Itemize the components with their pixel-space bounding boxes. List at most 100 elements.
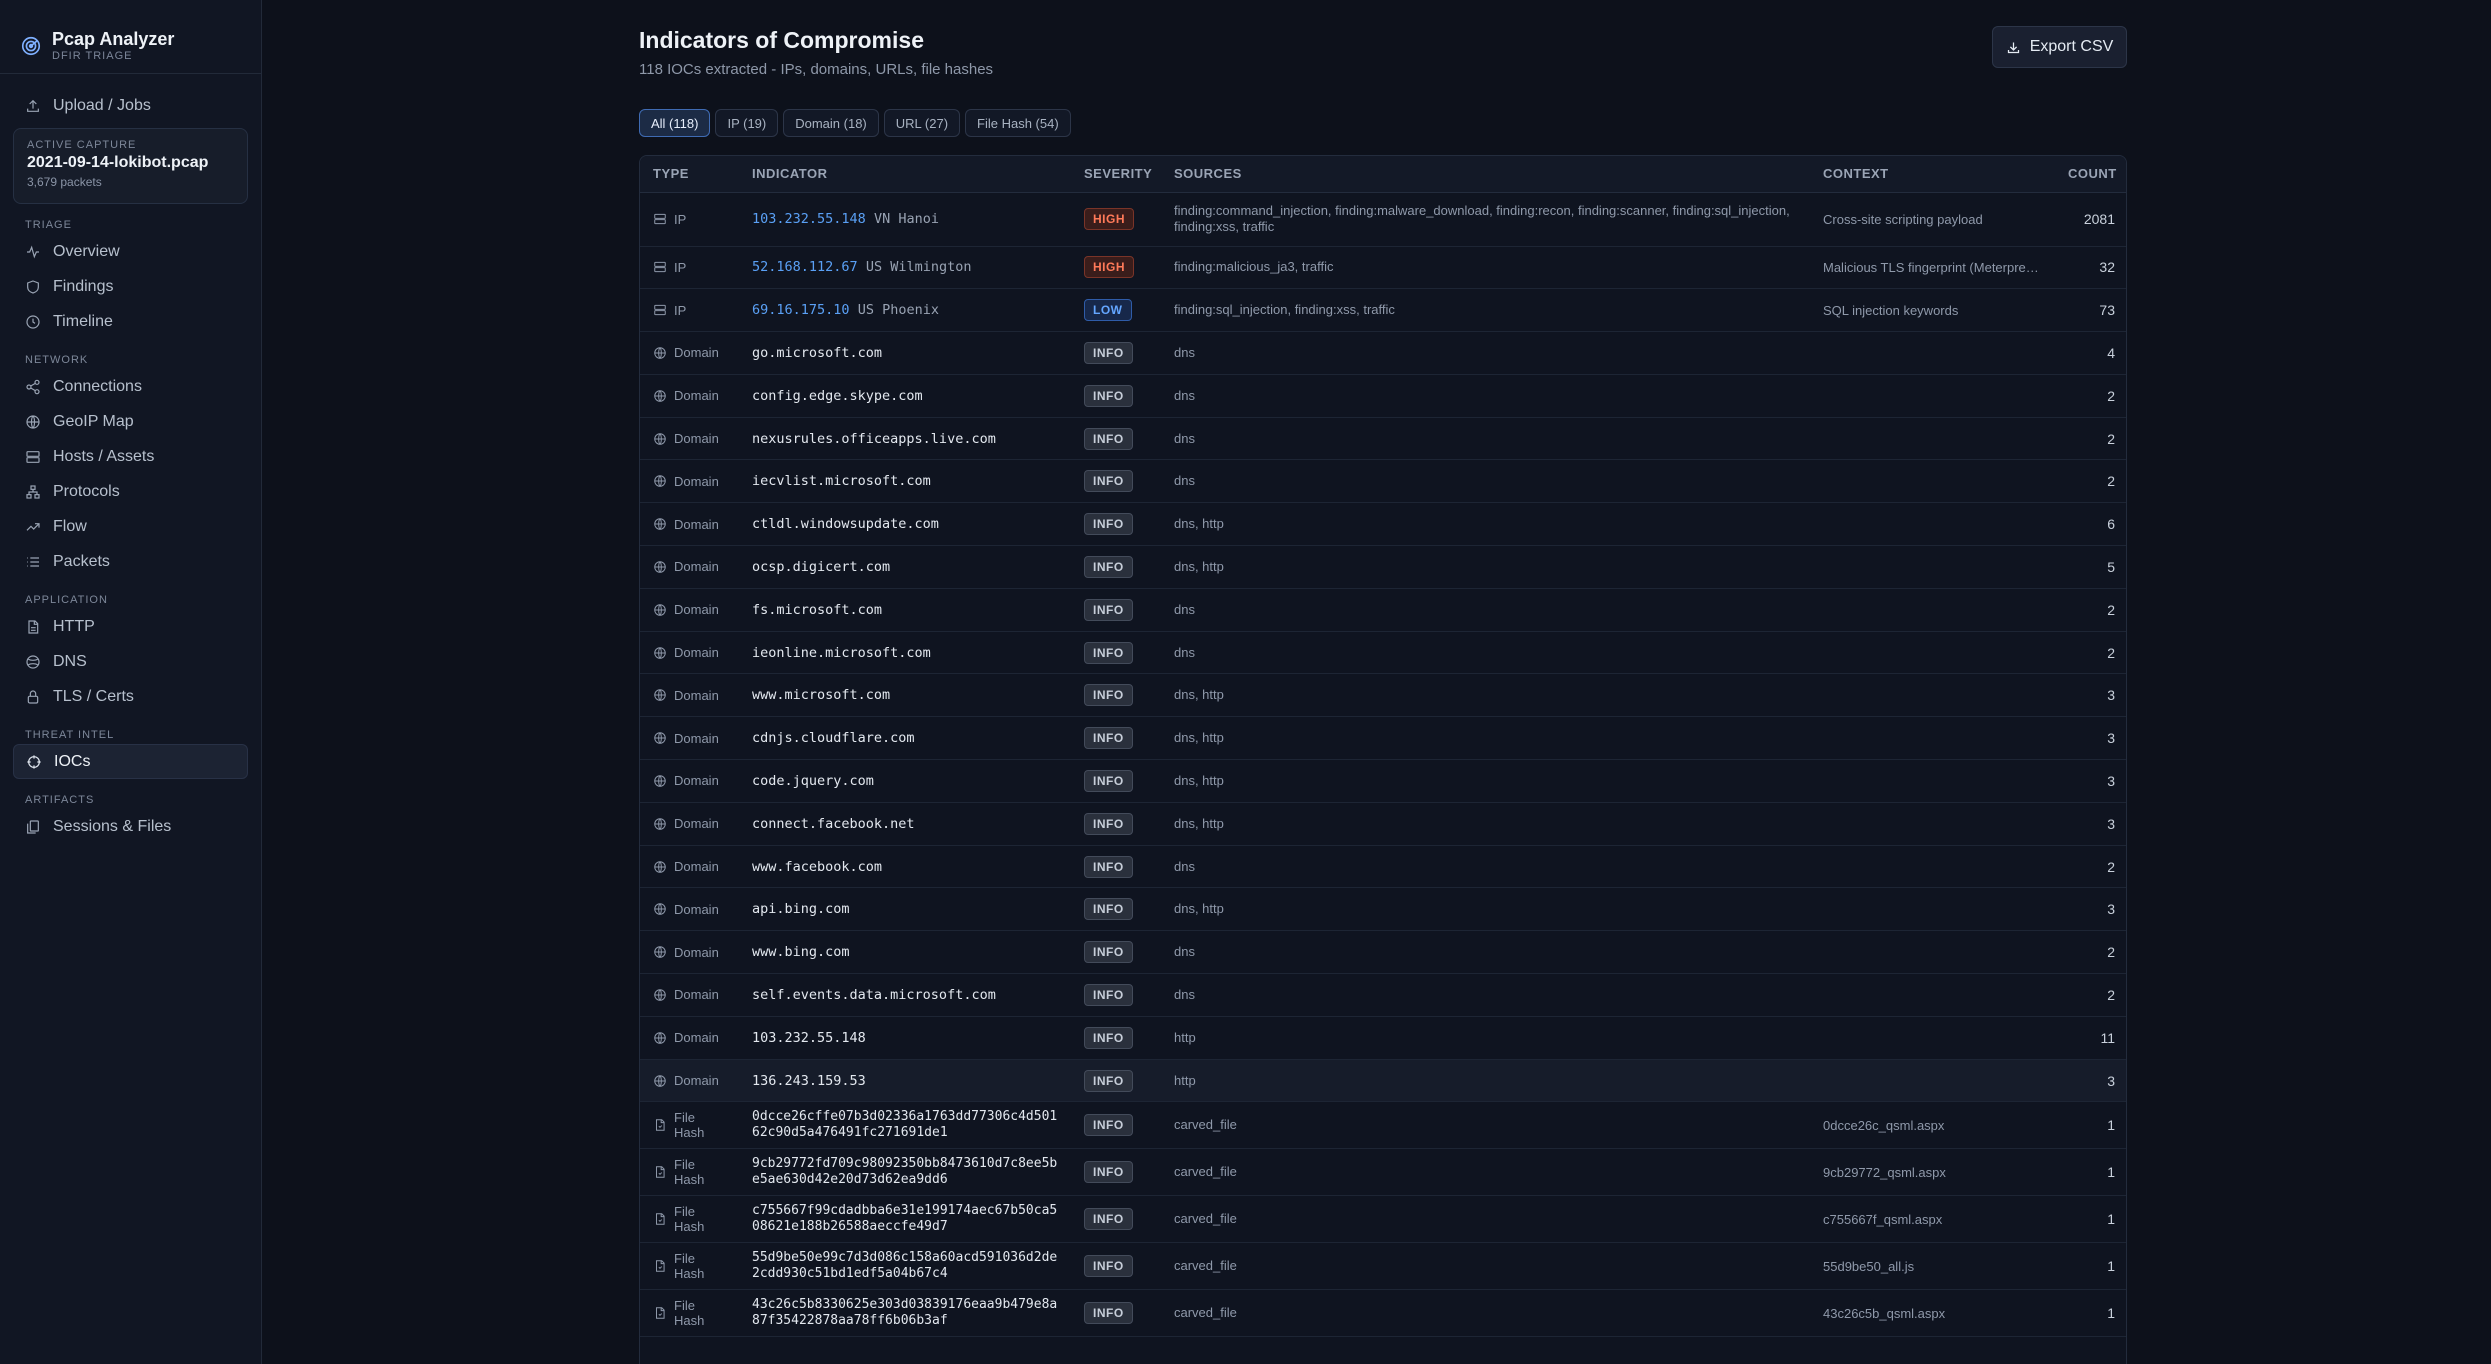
table-row[interactable]: File Hash 9cb29772fd709c98092350bb8473610…: [640, 1148, 2126, 1197]
table-row[interactable]: IP 69.16.175.10 US Phoenix LOW finding:sql_…: [640, 288, 2126, 333]
cell-indicator: code.jquery.com: [739, 759, 1071, 803]
cell-type: IP: [640, 192, 739, 247]
table-row[interactable]: Domain nexusrules.officeapps.live.com INFO…: [640, 417, 2126, 461]
indicator-value[interactable]: ocsp.digicert.com: [752, 559, 890, 575]
export-csv-button[interactable]: Export CSV: [1992, 26, 2127, 68]
indicator-value[interactable]: 103.232.55.148: [752, 1030, 866, 1046]
network-icon: [26, 484, 40, 499]
indicator-value[interactable]: ctldl.windowsupdate.com: [752, 516, 939, 532]
cell-type: File Hash: [640, 1289, 739, 1338]
indicator-value[interactable]: 55d9be50e99c7d3d086c158a60acd591036d2de2…: [752, 1250, 1058, 1282]
column-header-indicator[interactable]: INDICATOR: [739, 156, 1071, 193]
column-header-context[interactable]: CONTEXT: [1810, 156, 2055, 193]
table-row[interactable]: IP 103.232.55.148 VN Hanoi HIGH finding:com…: [640, 192, 2126, 247]
table-row[interactable]: Domain config.edge.skype.com INFO dns 2: [640, 374, 2126, 418]
indicator-value[interactable]: cdnjs.cloudflare.com: [752, 730, 915, 746]
cell-count: 1: [2055, 1242, 2126, 1291]
sidebar-item-geoip[interactable]: GeoIP Map: [13, 404, 248, 439]
sidebar: Pcap Analyzer DFIR TRIAGE Upload / Jobs …: [0, 0, 262, 1364]
indicator-value[interactable]: www.facebook.com: [752, 859, 882, 875]
sidebar-item-overview[interactable]: Overview: [13, 234, 248, 269]
cell-count: 11: [2055, 1016, 2126, 1060]
sidebar-item-protocols[interactable]: Protocols: [13, 474, 248, 509]
column-header-severity[interactable]: SEVERITY: [1071, 156, 1161, 193]
sidebar-item-tls[interactable]: TLS / Certs: [13, 679, 248, 714]
indicator-value[interactable]: 0dcce26cffe07b3d02336a1763dd77306c4d5016…: [752, 1109, 1058, 1141]
table-row[interactable]: Domain 136.243.159.53 INFO http 3: [640, 1059, 2126, 1103]
cell-severity: INFO: [1071, 502, 1161, 547]
sidebar-item-upload[interactable]: Upload / Jobs: [13, 88, 248, 123]
table-row[interactable]: Domain connect.facebook.net INFO dns, http 3: [640, 802, 2126, 846]
column-header-count[interactable]: COUNT: [2055, 156, 2126, 193]
table-row[interactable]: Domain fs.microsoft.com INFO dns 2: [640, 588, 2126, 632]
table-row[interactable]: Domain api.bing.com INFO dns, http 3: [640, 887, 2126, 932]
table-row[interactable]: Domain ctldl.windowsupdate.com INFO dns, ht…: [640, 502, 2126, 547]
cell-count: 2: [2055, 930, 2126, 975]
context-text: Malicious TLS fingerprint (Meterpreter): [1823, 259, 2042, 275]
filter-all[interactable]: All (118): [639, 109, 711, 137]
table-row[interactable]: Domain ocsp.digicert.com INFO dns, http 5: [640, 545, 2126, 589]
indicator-value[interactable]: fs.microsoft.com: [752, 602, 882, 618]
sidebar-item-connections[interactable]: Connections: [13, 369, 248, 404]
context-text: 55d9be50_all.js: [1823, 1258, 1915, 1274]
filter-file-hash[interactable]: File Hash (54): [965, 109, 1071, 137]
table-row[interactable]: File Hash c755667f99cdadbba6e31e199174aec…: [640, 1195, 2126, 1244]
indicator-value[interactable]: iecvlist.microsoft.com: [752, 473, 931, 489]
sidebar-item-dns[interactable]: DNS: [13, 644, 248, 679]
table-row[interactable]: Domain www.microsoft.com INFO dns, http 3: [640, 673, 2126, 718]
filter-url[interactable]: URL (27): [883, 109, 961, 137]
column-header-type[interactable]: TYPE: [640, 156, 739, 193]
column-header-sources[interactable]: SOURCES: [1161, 156, 1810, 193]
indicator-value[interactable]: api.bing.com: [752, 901, 850, 917]
table-row[interactable]: Domain go.microsoft.com INFO dns 4: [640, 331, 2126, 375]
sources-text: dns, http: [1174, 772, 1224, 788]
type-label: Domain: [674, 388, 719, 404]
indicator-value[interactable]: config.edge.skype.com: [752, 388, 923, 404]
sidebar-item-hosts[interactable]: Hosts / Assets: [13, 439, 248, 474]
indicator-value[interactable]: ieonline.microsoft.com: [752, 645, 931, 661]
indicator-value[interactable]: 9cb29772fd709c98092350bb8473610d7c8ee5be…: [752, 1156, 1058, 1188]
filter-ip[interactable]: IP (19): [715, 109, 779, 137]
table-row[interactable]: Domain www.bing.com INFO dns 2: [640, 930, 2126, 975]
sidebar-item-flow[interactable]: Flow: [13, 509, 248, 544]
cell-sources: carved_file: [1161, 1101, 1810, 1150]
table-row[interactable]: Domain 103.232.55.148 INFO http 11: [640, 1016, 2126, 1060]
table-row[interactable]: Domain iecvlist.microsoft.com INFO dns 2: [640, 459, 2126, 504]
severity-badge: INFO: [1084, 341, 1133, 364]
sidebar-item-findings[interactable]: Findings: [13, 269, 248, 304]
indicator-value[interactable]: 43c26c5b8330625e303d03839176eaa9b479e8a8…: [752, 1297, 1058, 1329]
indicator-value[interactable]: 136.243.159.53: [752, 1073, 866, 1089]
indicator-value[interactable]: code.jquery.com: [752, 773, 874, 789]
active-capture-card[interactable]: ACTIVE CAPTURE 2021-09-14-lokibot.pcap 3…: [13, 128, 248, 204]
sources-text: carved_file: [1174, 1117, 1237, 1133]
table-row[interactable]: IP 52.168.112.67 US Wilmington HIGH finding…: [640, 246, 2126, 290]
table-row[interactable]: Domain ieonline.microsoft.com INFO dns 2: [640, 631, 2126, 675]
table-row[interactable]: Domain code.jquery.com INFO dns, http 3: [640, 759, 2126, 803]
indicator-value[interactable]: connect.facebook.net: [752, 816, 915, 832]
type-label: Domain: [674, 987, 719, 1003]
sidebar-item-http[interactable]: HTTP: [13, 609, 248, 644]
table-row[interactable]: Domain cdnjs.cloudflare.com INFO dns, http 3: [640, 716, 2126, 761]
sidebar-item-packets[interactable]: Packets: [13, 544, 248, 579]
indicator-value[interactable]: 69.16.175.10: [752, 302, 850, 318]
indicator-value[interactable]: go.microsoft.com: [752, 345, 882, 361]
indicator-value[interactable]: www.bing.com: [752, 944, 850, 960]
indicator-value[interactable]: self.events.data.microsoft.com: [752, 987, 996, 1003]
table-row[interactable]: Domain www.facebook.com INFO dns 2: [640, 845, 2126, 889]
indicator-value[interactable]: 103.232.55.148: [752, 211, 866, 227]
sidebar-item-timeline[interactable]: Timeline: [13, 304, 248, 339]
table-row[interactable]: File Hash 43c26c5b8330625e303d03839176eaa…: [640, 1289, 2126, 1338]
file-icon: [656, 1213, 665, 1226]
sidebar-item-iocs[interactable]: IOCs: [13, 744, 248, 779]
table-row[interactable]: File Hash 0dcce26cffe07b3d02336a1763dd773…: [640, 1101, 2126, 1150]
indicator-value[interactable]: www.microsoft.com: [752, 687, 890, 703]
indicator-value[interactable]: 52.168.112.67: [752, 259, 858, 275]
table-row[interactable]: File Hash 55d9be50e99c7d3d086c158a60acd59…: [640, 1242, 2126, 1291]
sidebar-item-sessions[interactable]: Sessions & Files: [13, 809, 248, 844]
table-row[interactable]: Domain self.events.data.microsoft.com INFO…: [640, 973, 2126, 1017]
indicator-value[interactable]: c755667f99cdadbba6e31e199174aec67b50ca50…: [752, 1203, 1058, 1235]
cell-context: [1810, 502, 2055, 547]
filter-domain[interactable]: Domain (18): [783, 109, 879, 137]
cell-sources: dns, http: [1161, 502, 1810, 547]
indicator-value[interactable]: nexusrules.officeapps.live.com: [752, 431, 996, 447]
